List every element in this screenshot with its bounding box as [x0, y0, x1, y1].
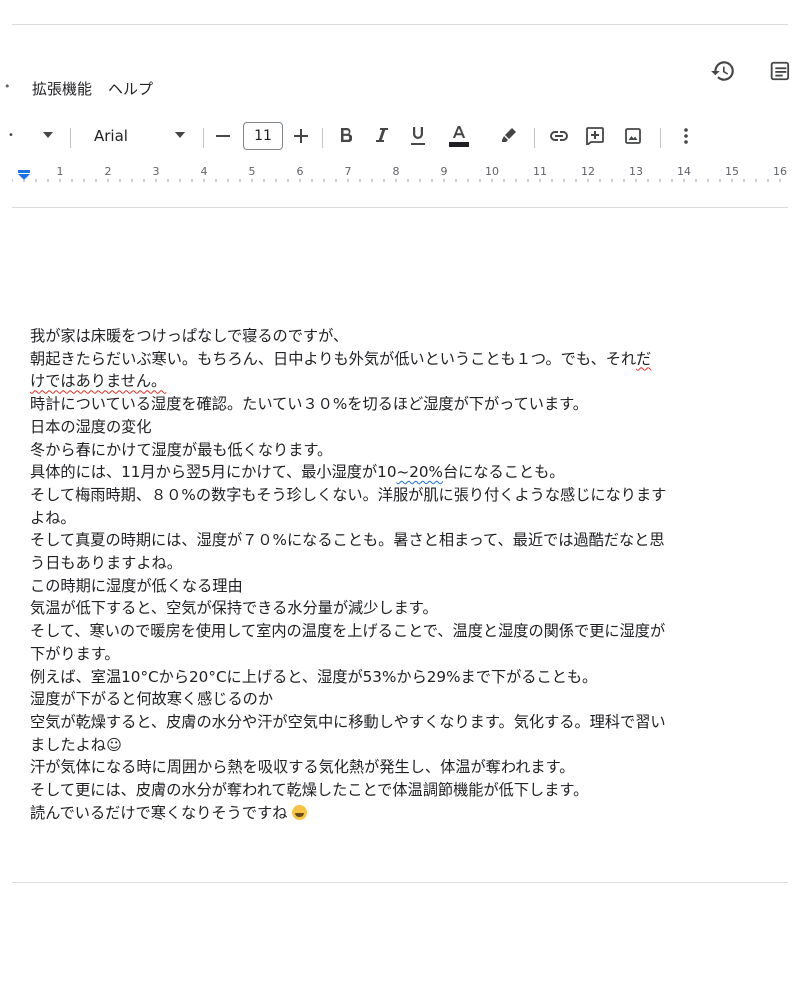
font-dropdown-arrow-icon[interactable] [172, 127, 188, 143]
toolbar-separator [322, 128, 323, 148]
ruler-number: 7 [344, 165, 352, 178]
toolbar-separator [660, 128, 661, 148]
decrease-font-size-icon[interactable] [214, 127, 232, 145]
spellcheck-text[interactable]: だ [636, 350, 651, 368]
menu-bar: • 拡張機能 ヘルプ [0, 72, 800, 106]
toolbar-separator [70, 128, 71, 148]
comments-icon[interactable] [768, 60, 790, 82]
toolbar-overflow-dot: • [8, 129, 14, 141]
doc-line: そして梅雨時期、８０%の数字もそう珍しくない。洋服が肌に張り付くような感じになり… [30, 485, 667, 504]
laughing-emoji-icon [292, 804, 308, 820]
text-color-icon[interactable] [448, 124, 470, 148]
doc-line: そして、寒いので暖房を使用して室内の温度を上げることで、温度と湿度の関係で更に湿… [30, 622, 666, 641]
increase-font-size-icon[interactable] [292, 127, 310, 145]
ruler-number: 5 [248, 165, 256, 178]
doc-line: よね。 [30, 508, 76, 527]
ruler-number: 14 [677, 165, 691, 178]
add-comment-icon[interactable] [584, 125, 606, 147]
document-body[interactable]: 我が家は床暖をつけっぱなしで寝るのですが、 朝起きたらだいぶ寒い。もちろん、日中… [30, 325, 794, 824]
ruler-number: 1 [56, 165, 64, 178]
menu-help[interactable]: ヘルプ [108, 78, 153, 99]
ruler-number: 10 [485, 165, 499, 178]
history-icon[interactable] [710, 58, 736, 84]
ruler-number: 13 [629, 165, 643, 178]
doc-line: そして更には、皮膚の水分が奪われて乾燥したことで体温調節機能が低下します。 [30, 781, 589, 800]
doc-line: 我が家は床暖をつけっぱなしで寝るのですが、 [30, 327, 349, 345]
ruler-number: 8 [392, 165, 400, 178]
underline-icon[interactable] [408, 125, 428, 147]
ruler-ticks [12, 179, 781, 182]
ruler-number: 3 [152, 165, 160, 178]
doc-line-text: 朝起きたらだいぶ寒い。もちろん、日中よりも外気が低いということも１つ。でも、それ… [30, 349, 652, 368]
style-dropdown-arrow-icon[interactable] [40, 127, 56, 143]
doc-line: 気温が低下すると、空気が保持できる水分量が減少します。 [30, 599, 438, 618]
ruler-number: 6 [296, 165, 304, 178]
doc-line: 冬から春にかけて湿度が最も低くなります。 [30, 440, 333, 459]
bold-icon[interactable] [336, 125, 356, 145]
doc-line: そして真夏の時期には、湿度が７０%になることも。暑さと相まって、最近では過酷だな… [30, 531, 665, 550]
page-header-divider [12, 207, 788, 208]
insert-link-icon[interactable] [548, 126, 570, 146]
highlight-pen-icon[interactable] [498, 124, 520, 146]
doc-line: 時計についている湿度を確認。たいてい３０%を切るほど湿度が下がっています。 [30, 395, 588, 414]
doc-line: けではありません。 [30, 370, 794, 393]
doc-line: 湿度が下がると何故寒く感じるのか [30, 690, 273, 709]
spellcheck-text[interactable]: けではありません。 [30, 372, 166, 390]
doc-line: 具体的には、11月から翌5月にかけて、最小湿度が10~20%台になることも。 [30, 463, 565, 482]
doc-line: 汗が気体になる時に周囲から熱を吸収する気化熱が発生し、体温が奪われます。 [30, 758, 575, 777]
italic-icon[interactable] [372, 125, 392, 145]
doc-line: 例えば、室温10°Cから20°Cに上げると、湿度が53%から29%まで下がること… [30, 667, 598, 686]
doc-line: ましたよね☺ [30, 735, 122, 754]
toolbar-separator [203, 128, 204, 148]
doc-line: 朝起きたらだいぶ寒い。もちろん、日中よりも外気が低いということも１つ。でも、それ… [30, 348, 794, 371]
ruler-number: 4 [200, 165, 208, 178]
grammar-suggestion-text[interactable]: ~20% [397, 463, 443, 481]
doc-line: う日もありますよね。 [30, 554, 182, 573]
formatting-toolbar: • Arial 11 [0, 118, 800, 154]
ruler-number: 11 [533, 165, 547, 178]
ruler-number: 12 [581, 165, 595, 178]
ruler-number: 16 [773, 165, 787, 178]
more-options-icon[interactable] [678, 126, 694, 146]
ruler-number: 9 [440, 165, 448, 178]
insert-image-icon[interactable] [622, 125, 644, 147]
doc-line: 下がります。 [30, 644, 120, 663]
ruler-number: 2 [104, 165, 112, 178]
menu-overflow-dot: • [4, 80, 11, 93]
doc-line: 読んでいるだけで寒くなりそうですね [30, 802, 794, 825]
page-footer-divider [12, 882, 788, 883]
top-divider [12, 24, 788, 25]
doc-line-text: 読んでいるだけで寒くなりそうですね [30, 803, 288, 822]
doc-line: 日本の湿度の変化 [30, 417, 152, 436]
doc-line: この時期に湿度が低くなる理由 [30, 576, 243, 595]
toolbar-separator [534, 128, 535, 148]
font-size-input[interactable]: 11 [243, 122, 283, 150]
horizontal-ruler[interactable]: 1 2 3 4 5 6 7 8 9 10 11 12 13 14 15 16 [12, 162, 792, 188]
ruler-number: 15 [725, 165, 739, 178]
menu-extensions[interactable]: 拡張機能 [32, 78, 92, 99]
doc-line: 空気が乾燥すると、皮膚の水分や汗が空気中に移動しやすくなります。気化する。理科で… [30, 712, 666, 731]
font-family-select[interactable]: Arial [94, 127, 128, 145]
